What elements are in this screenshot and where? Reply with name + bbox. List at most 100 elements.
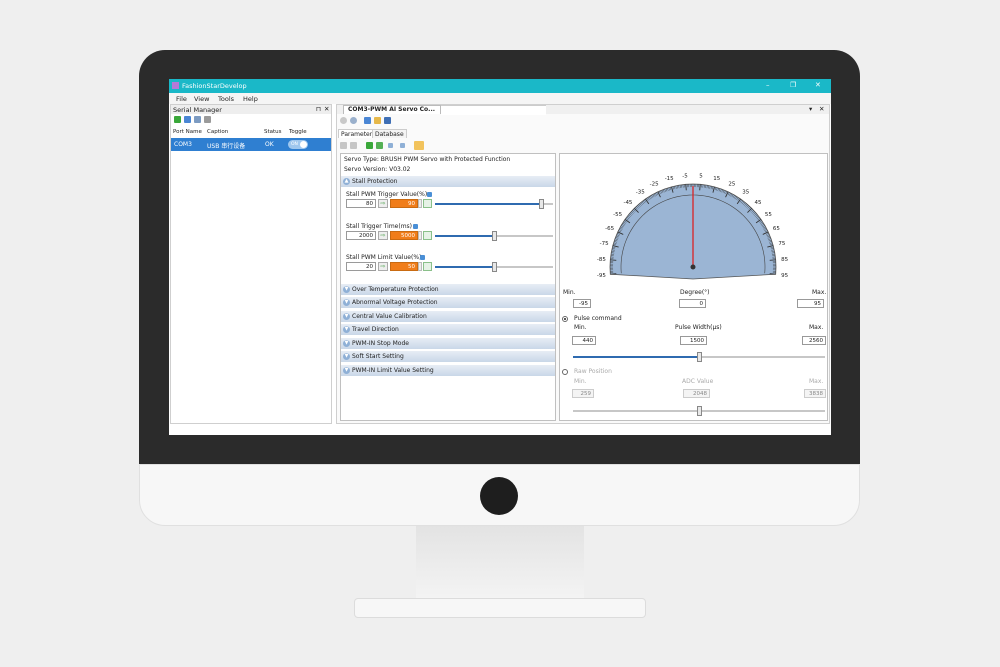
slider-thumb[interactable] — [538, 199, 544, 209]
section-over-temperature[interactable]: ▼ Over Temperature Protection — [341, 284, 555, 295]
section-soft-start[interactable]: ▼ Soft Start Setting — [341, 351, 555, 362]
slider-track[interactable] — [435, 262, 553, 272]
pulse-command-radio[interactable] — [562, 316, 568, 322]
menu-view[interactable]: View — [194, 95, 209, 103]
section-stall-protection[interactable]: ▲ Stall Protection — [341, 176, 555, 187]
pin-icon[interactable]: ⊓ — [316, 105, 321, 113]
record-icon[interactable] — [350, 117, 357, 124]
serial-table-header: Port Name Caption Status Toggle — [171, 128, 331, 137]
chevron-down-icon: ▼ — [343, 366, 350, 374]
slider-track[interactable] — [435, 199, 553, 209]
current-value-box: 2000 — [346, 231, 376, 240]
section-pwm-limit[interactable]: ▼ PWM-IN Limit Value Setting — [341, 365, 555, 376]
gauge-tick-label: -85 — [597, 257, 606, 263]
raw-min-input: 259 — [572, 389, 594, 398]
port-settings-icon[interactable] — [194, 116, 201, 123]
target-value-input[interactable]: 5000 — [390, 231, 418, 240]
small-square-icon[interactable] — [388, 143, 393, 148]
spin-buttons[interactable] — [418, 231, 422, 240]
close-button[interactable]: ✕ — [815, 81, 821, 89]
spin-buttons[interactable] — [418, 199, 422, 208]
small-square-icon-2[interactable] — [400, 143, 405, 148]
slider-fill — [573, 410, 699, 412]
col-status: Status — [264, 129, 282, 135]
document-tab[interactable]: COM3-PWM AI Servo Co... — [343, 105, 441, 114]
pulse-min-label: Min. — [574, 324, 587, 331]
gauge-max-input[interactable]: 95 — [797, 299, 824, 308]
back-icon[interactable] — [340, 117, 347, 124]
slider-fill — [435, 266, 494, 268]
pulse-min-input[interactable]: 440 — [572, 336, 596, 345]
tab-database[interactable]: Database — [372, 129, 407, 138]
tab-dropdown-icon[interactable]: ▾ — [809, 105, 812, 113]
slider-track[interactable] — [435, 231, 553, 241]
parameter-toolbar — [337, 140, 829, 152]
slider-thumb[interactable] — [491, 231, 497, 241]
tab-close-button[interactable]: ✕ — [819, 105, 824, 113]
menu-file[interactable]: File — [176, 95, 187, 103]
gauge-tick-label: -35 — [636, 190, 645, 196]
connect-icon[interactable] — [184, 116, 191, 123]
serial-manager-header: Serial Manager ⊓ ✕ — [171, 105, 331, 114]
slider-thumb[interactable] — [696, 352, 702, 362]
gear-icon[interactable] — [204, 116, 211, 123]
pulse-command-title: Pulse command — [574, 315, 622, 322]
subtab-bar: Parameters Database — [337, 129, 829, 139]
open-folder-icon[interactable] — [374, 117, 381, 124]
port-caption: USB 串行设备 — [207, 143, 246, 150]
monitor-stand-neck — [416, 526, 584, 600]
gauge-tick-label: 65 — [773, 226, 780, 232]
gauge-tick-label: -25 — [650, 182, 659, 188]
new-file-icon[interactable] — [364, 117, 371, 124]
gauge-panel: -95 -85 -75 -65 -55 -45 -35 -25 -15 -5 5 15 25 35 45 55… — [559, 153, 828, 421]
slider-fill — [435, 235, 494, 237]
port-toggle-switch[interactable]: ON — [288, 140, 308, 149]
save-icon[interactable] — [384, 117, 391, 124]
copy-arrow-button[interactable]: ⇨ — [378, 231, 388, 240]
info-icon — [420, 255, 425, 260]
target-value-input[interactable]: 50 — [390, 262, 418, 271]
section-abnormal-voltage[interactable]: ▼ Abnormal Voltage Protection — [341, 297, 555, 308]
pulse-width-input[interactable]: 1500 — [680, 336, 707, 345]
gauge-tick — [769, 259, 776, 261]
minimize-button[interactable]: – — [766, 81, 770, 89]
menu-bar: File View Tools Help — [169, 93, 831, 104]
port-status: OK — [265, 141, 274, 148]
toggle-knob — [300, 141, 307, 148]
panel-close-button[interactable]: ✕ — [324, 105, 329, 113]
target-value-input[interactable]: 90 — [390, 199, 418, 208]
section-pwm-stop-mode[interactable]: ▼ PWM-IN Stop Mode — [341, 338, 555, 349]
sync-icon[interactable] — [376, 142, 383, 149]
serial-port-row[interactable]: COM3 USB 串行设备 OK ON — [171, 138, 331, 151]
apply-button[interactable] — [423, 231, 432, 240]
pulse-max-input[interactable]: 2560 — [802, 336, 826, 345]
note-icon[interactable] — [414, 141, 424, 150]
app-icon — [172, 82, 179, 89]
chevron-down-icon: ▼ — [343, 325, 350, 333]
section-central-value[interactable]: ▼ Central Value Calibration — [341, 311, 555, 322]
copy-arrow-button[interactable]: ⇨ — [378, 199, 388, 208]
gauge-tick-label: 55 — [765, 212, 772, 218]
write-icon[interactable] — [350, 142, 357, 149]
servo-type: Servo Type: BRUSH PWM Servo with Protect… — [344, 156, 511, 163]
raw-position-radio[interactable] — [562, 369, 568, 375]
gauge-min-input[interactable]: -95 — [573, 299, 591, 308]
pulse-slider[interactable] — [573, 352, 825, 362]
menu-tools[interactable]: Tools — [218, 95, 234, 103]
field-label: Stall Trigger Time(ms) — [346, 223, 413, 230]
gauge-tick-label: -5 — [682, 173, 688, 179]
gauge-tick-label: 85 — [781, 257, 788, 263]
refresh-icon[interactable] — [174, 116, 181, 123]
slider-thumb[interactable] — [491, 262, 497, 272]
section-travel-direction[interactable]: ▼ Travel Direction — [341, 324, 555, 335]
arrow-right-icon[interactable] — [366, 142, 373, 149]
apply-button[interactable] — [423, 199, 432, 208]
apply-button[interactable] — [423, 262, 432, 271]
adc-value-label: ADC Value — [682, 378, 714, 385]
menu-help[interactable]: Help — [243, 95, 258, 103]
spin-buttons[interactable] — [418, 262, 422, 271]
copy-arrow-button[interactable]: ⇨ — [378, 262, 388, 271]
degree-input[interactable]: 0 — [679, 299, 706, 308]
maximize-button[interactable]: ❐ — [790, 81, 796, 89]
read-icon[interactable] — [340, 142, 347, 149]
